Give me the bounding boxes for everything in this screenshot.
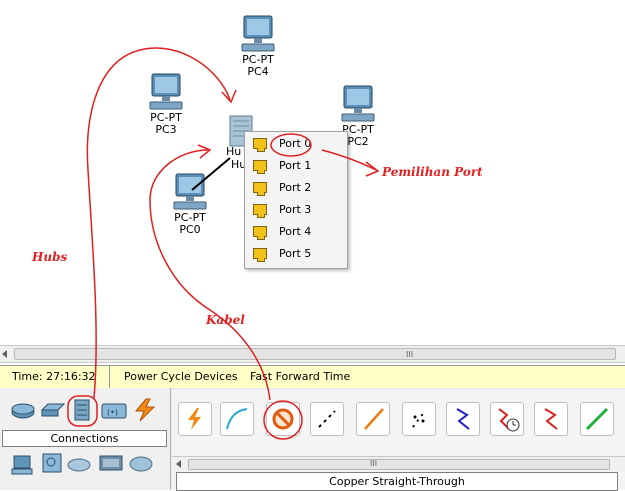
port-icon [253,159,267,174]
multiuser-category-icon[interactable] [128,454,154,474]
fast-forward-time-button[interactable]: Fast Forward Time [250,366,350,388]
menu-item-port-2[interactable]: Port 2 [245,176,347,198]
scrollbar-thumb[interactable] [14,348,616,360]
menu-item-port-0[interactable]: Port 0 [245,132,347,154]
serial-clock-icon [498,408,520,432]
workspace-scrollbar[interactable]: III [0,345,625,363]
menu-item-port-1[interactable]: Port 1 [245,154,347,176]
port-icon [253,203,267,218]
console-cable-button[interactable] [220,402,254,436]
scrollbar-thumb[interactable] [188,459,610,470]
annotation-port-selection: Pemilihan Port [382,165,483,179]
serial-dte-button[interactable] [534,402,568,436]
wan-emulation-category-icon[interactable] [66,456,92,474]
hubs-category-icon[interactable] [72,398,92,422]
security-category-icon[interactable] [40,452,64,476]
port-icon [253,225,267,240]
coaxial-cable-icon [456,408,470,430]
wireless-category-icon[interactable]: (•) [100,400,128,420]
port-icon [253,247,267,262]
cable-panel-scrollbar[interactable]: III [172,456,625,471]
prohibited-icon [272,408,294,430]
phone-cable-button[interactable] [402,402,436,436]
scroll-left-arrow-icon[interactable] [2,350,7,358]
menu-item-port-3[interactable]: Port 3 [245,198,347,220]
custom-devices-category-icon[interactable] [98,452,124,474]
coaxial-cable-button[interactable] [446,402,480,436]
automatic-cable-button[interactable] [178,402,212,436]
port-icon [253,181,267,196]
selected-cable-label: Copper Straight-Through [176,472,618,491]
port-icon [253,137,267,152]
fiber-cable-button[interactable] [356,402,390,436]
port-selection-menu: Port 0 Port 1 Port 2 Port 3 Port 4 Port … [244,131,348,269]
connections-category-icon[interactable] [132,398,158,422]
annotation-hubs: Hubs [32,250,68,264]
scrollbar-grip: III [370,459,378,468]
svg-text:(•): (•) [107,408,118,417]
simulation-time: Time: 27:16:32 [0,366,110,388]
power-cycle-devices-button[interactable]: Power Cycle Devices [124,366,238,388]
scroll-left-arrow-icon[interactable] [176,460,181,468]
console-cable-icon [226,408,248,430]
end-devices-category-icon[interactable] [10,454,34,476]
octal-cable-button[interactable] [580,402,614,436]
status-bar: Time: 27:16:32 Power Cycle Devices Fast … [0,365,625,389]
octal-cable-icon [585,407,609,431]
switches-category-icon[interactable] [40,402,66,418]
serial-dce-button[interactable] [490,402,524,436]
menu-item-port-5[interactable]: Port 5 [245,242,347,264]
category-label: Connections [2,430,167,447]
routers-category-icon[interactable] [10,400,36,420]
scrollbar-grip: III [406,350,414,359]
menu-item-port-4[interactable]: Port 4 [245,220,347,242]
dashed-cable-icon [318,410,336,428]
lightning-icon [188,408,201,430]
annotation-cable: Kabel [206,313,245,327]
copper-straight-through-button[interactable] [266,402,300,436]
phone-cable-icon [412,410,426,428]
serial-cable-icon [544,408,558,430]
fiber-cable-icon [364,408,384,430]
copper-crossover-button[interactable] [310,402,344,436]
